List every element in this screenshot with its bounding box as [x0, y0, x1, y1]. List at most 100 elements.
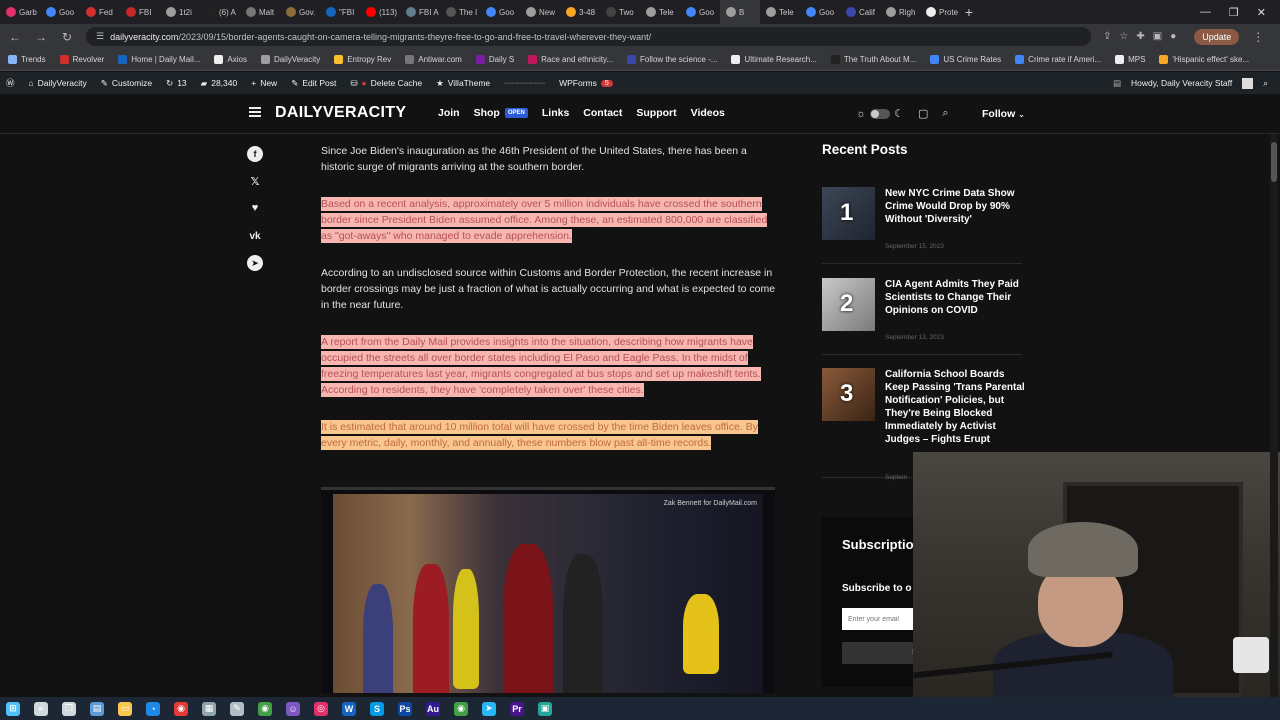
wp-villatheme-link[interactable]: ★ VillaTheme	[436, 78, 490, 89]
nav-support[interactable]: Support	[636, 107, 676, 119]
telegram-icon[interactable]: ➤	[482, 701, 496, 716]
bookmark-item[interactable]: 'Hispanic effect' ske...	[1159, 55, 1249, 64]
menu-icon[interactable]: ⋮	[1251, 30, 1265, 44]
avatar[interactable]	[1242, 77, 1254, 89]
bookmark-item[interactable]: MPS	[1115, 55, 1145, 64]
browser-tab[interactable]: Gov.	[280, 0, 320, 24]
browser-tab[interactable]: Garb	[0, 0, 40, 24]
chrome-icon[interactable]: ◉	[258, 701, 272, 716]
wp-toolbar-icon[interactable]: ▤	[1113, 78, 1121, 89]
profile-icon[interactable]: ●	[1170, 31, 1176, 42]
folder-icon[interactable]: ▭	[118, 701, 132, 716]
extensions-icon[interactable]: ✚	[1136, 31, 1144, 42]
telegram-icon[interactable]: ➤	[247, 255, 263, 271]
bookmark-item[interactable]: Crime rate if Ameri...	[1015, 55, 1101, 64]
page-scrollbar[interactable]	[1270, 134, 1278, 697]
audition-icon[interactable]: Au	[426, 701, 440, 716]
browser-tab[interactable]: Righ	[880, 0, 920, 24]
update-button[interactable]: Update	[1194, 28, 1240, 45]
vk-icon[interactable]: vk	[247, 228, 263, 244]
bookmark-item[interactable]: Home | Daily Mail...	[118, 55, 200, 64]
edge-icon[interactable]: ◔	[146, 701, 160, 716]
search-icon[interactable]: ⌕	[1263, 78, 1268, 89]
bookmark-item[interactable]: Follow the science -...	[627, 55, 717, 64]
browser-tab[interactable]: Goo	[680, 0, 720, 24]
recent-post-item[interactable]: 1 New NYC Crime Data Show Crime Would Dro…	[822, 187, 1022, 264]
recent-post-item[interactable]: 2 CIA Agent Admits They Paid Scientists t…	[822, 278, 1022, 355]
site-info-icon[interactable]: ☰	[96, 31, 104, 42]
address-bar[interactable]: ☰ dailyveracity.com/2023/09/15/border-ag…	[86, 27, 1091, 46]
scrollbar-thumb[interactable]	[1271, 142, 1277, 182]
article-video[interactable]: Zak Bennett for DailyMail.com	[321, 487, 775, 693]
puzzle-icon[interactable]: ▣	[1153, 31, 1162, 42]
bookmark-item[interactable]: Entropy Rev	[334, 55, 391, 64]
wp-delete-cache-link[interactable]: ⛁ ● Delete Cache	[350, 78, 422, 89]
instagram-icon[interactable]: ◎	[314, 701, 328, 716]
browser-tab[interactable]: New	[520, 0, 560, 24]
reload-icon[interactable]: ↻	[60, 30, 74, 44]
search-icon[interactable]: ⌕	[34, 701, 48, 716]
bookmark-item[interactable]: DailyVeracity	[260, 55, 320, 64]
post-thumbnail[interactable]: 2	[822, 278, 875, 331]
bookmark-item[interactable]: Axios	[214, 55, 247, 64]
wp-customize-link[interactable]: ✎ Customize	[101, 78, 152, 89]
wp-edit-post-link[interactable]: ✎ Edit Post	[291, 78, 336, 89]
wp-howdy[interactable]: Howdy, Daily Veracity Staff	[1131, 78, 1232, 88]
bookmark-item[interactable]: Revolver	[59, 55, 104, 64]
site-logo[interactable]: DAILYVERACITY	[275, 104, 406, 122]
browser-tab[interactable]: Goo	[40, 0, 80, 24]
x-twitter-icon[interactable]: 𝕏	[247, 173, 263, 189]
wp-site-link[interactable]: ⌂ DailyVeracity	[29, 78, 87, 88]
store-icon[interactable]: ▦	[202, 701, 216, 716]
chrome-icon[interactable]: ◉	[174, 701, 188, 716]
skype-icon[interactable]: S	[370, 701, 384, 716]
browser-tab[interactable]: The I	[440, 0, 480, 24]
close-icon[interactable]: ✕	[1257, 6, 1266, 19]
wp-comments-link[interactable]: ▰ 28,340	[201, 78, 238, 89]
photoshop-icon[interactable]: Ps	[398, 701, 412, 716]
browser-tab[interactable]: FBI	[120, 0, 160, 24]
hamburger-menu-icon[interactable]	[249, 107, 261, 117]
browser-tab[interactable]: 3-48	[560, 0, 600, 24]
maximize-icon[interactable]: ❐	[1229, 6, 1239, 19]
app-icon[interactable]: ▣	[538, 701, 552, 716]
facebook-icon[interactable]: f	[247, 146, 263, 162]
bookmark-item[interactable]: US Crime Rates	[930, 55, 1001, 64]
browser-tab[interactable]: Goo	[800, 0, 840, 24]
share-icon[interactable]: ⇪	[1103, 31, 1111, 42]
browser-tab[interactable]: B	[720, 0, 760, 24]
bookmark-item[interactable]: Daily S	[475, 55, 514, 64]
post-thumbnail[interactable]: 3	[822, 368, 875, 421]
wordpress-icon[interactable]: Ⓦ	[6, 77, 15, 89]
browser-tab[interactable]: Fed	[80, 0, 120, 24]
nav-contact[interactable]: Contact	[583, 107, 622, 119]
dark-mode-toggle[interactable]	[870, 108, 891, 119]
browser-tab[interactable]: Malt	[240, 0, 280, 24]
browser-tab[interactable]: "FBI	[320, 0, 360, 24]
minimize-icon[interactable]: —	[1200, 6, 1211, 19]
bookmark-item[interactable]: Race and ethnicity...	[528, 55, 613, 64]
chrome-icon[interactable]: ◉	[454, 701, 468, 716]
wp-updates-link[interactable]: ↻ 13	[166, 78, 187, 89]
bookmark-item[interactable]: Ultimate Research...	[731, 55, 817, 64]
forward-icon[interactable]: →	[34, 30, 48, 44]
bookmark-item[interactable]: Trends	[8, 55, 46, 64]
browser-tab[interactable]: Prote	[920, 0, 960, 24]
browser-tab[interactable]: Goo	[480, 0, 520, 24]
post-title-link[interactable]: California School Boards Keep Passing 'T…	[885, 368, 1025, 446]
bag-icon[interactable]: ▢	[918, 107, 928, 120]
browser-tab[interactable]: Tele	[640, 0, 680, 24]
browser-tab[interactable]: Calif	[840, 0, 880, 24]
word-icon[interactable]: W	[342, 701, 356, 716]
follow-button[interactable]: Follow ⌄	[982, 108, 1025, 120]
search-icon[interactable]: ⌕	[942, 107, 948, 120]
pen-icon[interactable]: ✎	[230, 701, 244, 716]
pocket-icon[interactable]: ♥	[247, 200, 263, 216]
bookmark-item[interactable]: The Truth About M...	[830, 55, 916, 64]
browser-tab[interactable]: (113)	[360, 0, 400, 24]
file-explorer-icon[interactable]: ▤	[90, 701, 104, 716]
wp-wpforms-link[interactable]: WPForms 5	[559, 78, 613, 88]
browser-tab[interactable]: Two	[600, 0, 640, 24]
task-view-icon[interactable]: ❐	[62, 701, 76, 716]
nav-links[interactable]: Links	[542, 107, 569, 119]
